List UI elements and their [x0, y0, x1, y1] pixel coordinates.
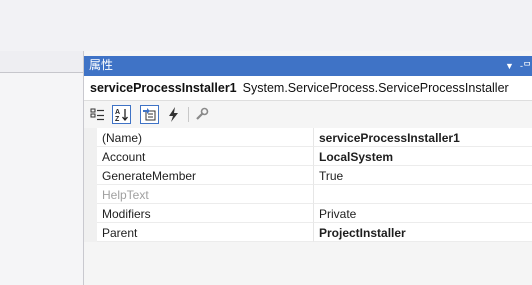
property-value[interactable]: serviceProcessInstaller1 — [314, 128, 532, 147]
row-gutter — [84, 223, 97, 242]
svg-text:Z: Z — [115, 116, 120, 123]
object-type: System.ServiceProcess.ServiceProcessInst… — [242, 81, 509, 95]
property-name[interactable]: GenerateMember — [97, 166, 314, 185]
alphabetical-icon[interactable]: A Z — [112, 105, 131, 124]
property-value[interactable]: ProjectInstaller — [314, 223, 532, 242]
property-name[interactable]: Modifiers — [97, 204, 314, 223]
properties-titlebar[interactable]: 属性 ▼ -ᄆ — [84, 56, 532, 76]
property-row[interactable]: Parent ProjectInstaller — [84, 223, 532, 242]
property-name[interactable]: Parent — [97, 223, 314, 242]
events-icon[interactable] — [164, 105, 183, 124]
editor-tab-area — [0, 0, 532, 51]
row-gutter — [84, 204, 97, 223]
properties-window: 属性 ▼ -ᄆ serviceProcessInstaller1 System.S… — [83, 51, 532, 285]
window-position-button[interactable]: ▼ — [505, 59, 514, 73]
property-name[interactable]: HelpText — [97, 185, 314, 204]
properties-icon[interactable] — [140, 105, 159, 124]
svg-text:A: A — [115, 109, 120, 116]
property-row[interactable]: GenerateMember True — [84, 166, 532, 185]
row-gutter — [84, 147, 97, 166]
property-name[interactable]: (Name) — [97, 128, 314, 147]
property-value[interactable]: True — [314, 166, 532, 185]
row-gutter — [84, 185, 97, 204]
object-selector[interactable]: serviceProcessInstaller1 System.ServicePr… — [84, 76, 532, 101]
property-row[interactable]: Modifiers Private — [84, 204, 532, 223]
row-gutter — [84, 128, 97, 147]
categorized-icon[interactable] — [88, 105, 107, 124]
left-pane — [0, 73, 83, 285]
property-pages-icon[interactable] — [192, 105, 211, 124]
property-row[interactable]: Account LocalSystem — [84, 147, 532, 166]
property-value[interactable]: Private — [314, 204, 532, 223]
property-name[interactable]: Account — [97, 147, 314, 166]
property-row[interactable]: HelpText — [84, 185, 532, 204]
object-name: serviceProcessInstaller1 — [90, 81, 237, 95]
panel-title: 属性 — [89, 58, 114, 72]
property-value[interactable]: LocalSystem — [314, 147, 532, 166]
property-row[interactable]: (Name) serviceProcessInstaller1 — [84, 128, 532, 147]
property-grid: (Name) serviceProcessInstaller1 Account … — [84, 128, 532, 242]
row-gutter — [84, 166, 97, 185]
toolbar-separator — [188, 107, 189, 122]
properties-toolbar: A Z — [84, 101, 532, 128]
auto-hide-button[interactable]: -ᄆ — [520, 59, 531, 73]
property-value[interactable] — [314, 185, 532, 204]
